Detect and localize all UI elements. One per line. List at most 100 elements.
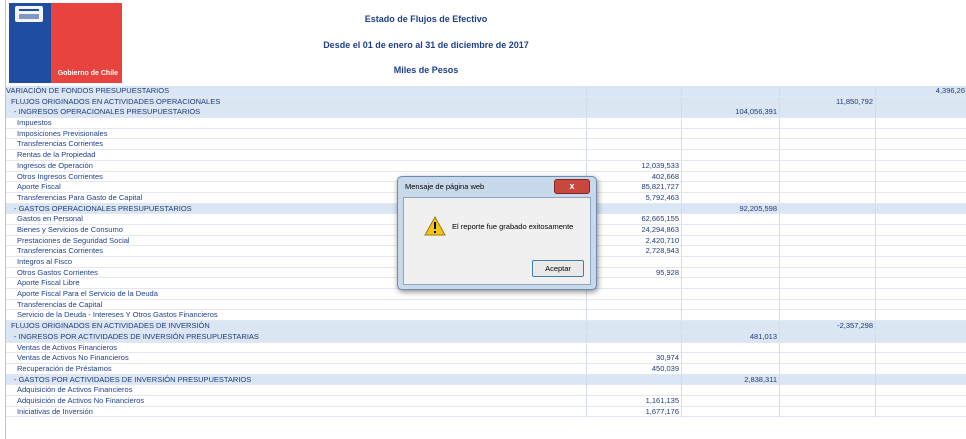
amount-cell xyxy=(681,118,779,129)
row-label: Transferencias Corrientes xyxy=(17,139,104,149)
amount-cell xyxy=(681,139,779,150)
amount-cell xyxy=(779,160,875,171)
amount-cell xyxy=(779,395,875,406)
amount-cell xyxy=(779,310,875,321)
amount-cell xyxy=(875,107,966,118)
row-label: Servicio de la Deuda - Intereses Y Otros… xyxy=(17,310,218,320)
amount-cell: 30,974 xyxy=(586,353,681,364)
amount-cell xyxy=(586,203,681,214)
amount-cell xyxy=(681,353,779,364)
amount-cell: 12,039,533 xyxy=(586,160,681,171)
amount-cell xyxy=(875,257,966,267)
amount-cell xyxy=(586,107,681,118)
dialog-message: El reporte fue grabado exitosamente xyxy=(452,222,574,231)
amount-cell: 5,792,463 xyxy=(586,192,681,203)
amount-cell xyxy=(586,86,681,96)
amount-cell xyxy=(681,289,779,300)
amount-cell xyxy=(586,331,681,342)
amount-cell xyxy=(779,331,875,342)
amount-cell xyxy=(779,353,875,364)
amount-cell: 2,728,943 xyxy=(586,246,681,257)
amount-cell xyxy=(681,395,779,406)
amount-cell xyxy=(875,203,966,214)
amount-cell xyxy=(681,246,779,257)
dialog-title: Mensaje de página web xyxy=(405,182,485,191)
amount-cell: 11,850,792 xyxy=(779,96,875,107)
amount-cell xyxy=(779,182,875,193)
amount-cell xyxy=(681,192,779,203)
amount-cell xyxy=(875,353,966,364)
amount-cell xyxy=(875,214,966,225)
row-label: - INGRESOS POR ACTIVIDADES DE INVERSIÓN … xyxy=(14,331,259,341)
row-label: Ventas de Activos No Financieros xyxy=(17,353,129,363)
table-row: Recuperación de Préstamos 450,039 xyxy=(6,363,966,375)
amount-cell: 2,838,311 xyxy=(681,374,779,385)
amount-cell xyxy=(681,171,779,182)
row-label: Gastos en Personal xyxy=(17,214,83,224)
amount-cell: 1,677,176 xyxy=(586,406,681,417)
dialog-body: El reporte fue grabado exitosamente Acep… xyxy=(403,197,591,285)
amount-cell: 4,396,26 xyxy=(875,86,966,96)
amount-cell: 402,668 xyxy=(586,171,681,182)
amount-cell xyxy=(779,86,875,96)
amount-cell xyxy=(779,257,875,267)
close-button[interactable]: x xyxy=(554,179,590,194)
row-label: Aporte Fiscal xyxy=(17,182,61,192)
table-row: Ingresos de Operación 12,039,533 xyxy=(6,160,966,172)
row-label: Prestaciones de Seguridad Social xyxy=(17,235,130,245)
amount-cell: 92,205,598 xyxy=(681,203,779,214)
amount-cell xyxy=(586,139,681,150)
amount-cell xyxy=(875,363,966,374)
row-label: Ventas de Activos Financieros xyxy=(17,342,118,352)
amount-cell: 450,039 xyxy=(586,363,681,374)
amount-cell xyxy=(779,374,875,385)
accept-button[interactable]: Aceptar xyxy=(532,260,584,277)
amount-cell: 24,294,863 xyxy=(586,224,681,235)
row-label: Adquisición de Activos No Financieros xyxy=(17,395,145,405)
amount-cell xyxy=(681,224,779,235)
dialog-titlebar[interactable]: Mensaje de página web x xyxy=(398,177,596,195)
table-row: Iniciativas de Inversión 1,677,176 xyxy=(6,406,966,418)
logo-text: Gobierno de Chile xyxy=(57,70,118,77)
amount-cell xyxy=(875,192,966,203)
amount-cell xyxy=(779,235,875,246)
amount-cell xyxy=(875,118,966,129)
row-label: Bienes y Servicios de Consumo xyxy=(17,224,123,234)
amount-cell xyxy=(875,150,966,161)
row-label: Adquisición de Activos Financieros xyxy=(17,385,133,395)
row-label: Transferencias Para Gasto de Capital xyxy=(17,192,143,202)
table-row: Ventas de Activos No Financieros 30,974 xyxy=(6,353,966,364)
amount-cell xyxy=(875,289,966,300)
table-row: Impuestos xyxy=(6,118,966,129)
amount-cell xyxy=(586,96,681,107)
amount-cell: 62,665,155 xyxy=(586,214,681,225)
row-label: Iniciativas de Inversión xyxy=(17,406,93,416)
amount-cell xyxy=(875,96,966,107)
amount-cell xyxy=(875,278,966,289)
amount-cell xyxy=(681,363,779,374)
table-row: - GASTOS POR ACTIVIDADES DE INVERSIÓN PR… xyxy=(6,374,966,386)
amount-cell xyxy=(875,310,966,321)
amount-cell xyxy=(779,224,875,235)
amount-cell xyxy=(779,192,875,203)
row-label: Imposiciones Previsionales xyxy=(17,128,108,138)
amount-cell xyxy=(586,299,681,310)
table-row: Rentas de la Propiedad xyxy=(6,150,966,161)
table-row: Transferencias Corrientes xyxy=(6,139,966,151)
amount-cell xyxy=(875,331,966,342)
amount-cell xyxy=(586,374,681,385)
amount-cell xyxy=(779,363,875,374)
amount-cell xyxy=(586,118,681,129)
amount-cell xyxy=(681,257,779,267)
row-label: VARIACIÓN DE FONDOS PRESUPUESTARIOS xyxy=(6,86,170,95)
amount-cell xyxy=(779,289,875,300)
amount-cell xyxy=(875,374,966,385)
table-row: - INGRESOS OPERACIONALES PRESUPUESTARIOS… xyxy=(6,107,966,119)
amount-cell xyxy=(875,182,966,193)
amount-cell xyxy=(875,321,966,332)
amount-cell xyxy=(681,86,779,96)
amount-cell xyxy=(875,385,966,396)
amount-cell xyxy=(875,406,966,417)
amount-cell xyxy=(681,385,779,396)
report-units: Miles de Pesos xyxy=(393,65,459,75)
